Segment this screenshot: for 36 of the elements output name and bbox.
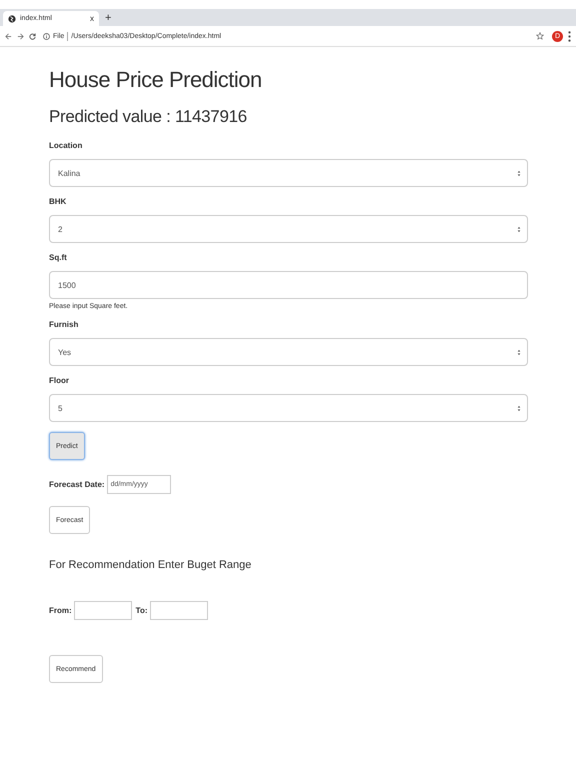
select-value: 2 bbox=[58, 224, 62, 234]
to-field[interactable] bbox=[150, 601, 208, 620]
from-label: From: bbox=[49, 606, 72, 615]
to-label: To: bbox=[136, 606, 148, 615]
select-field[interactable]: 5 bbox=[49, 394, 528, 422]
input-field[interactable]: 1500 bbox=[49, 271, 528, 299]
dropdown-arrows-icon bbox=[517, 404, 521, 412]
close-icon[interactable]: x bbox=[90, 14, 94, 23]
input-value: 1500 bbox=[58, 280, 76, 290]
dropdown-arrows-icon bbox=[517, 170, 521, 176]
recommendation-heading: For Recommendation Enter Buget Range bbox=[49, 559, 252, 571]
field-label: Floor bbox=[49, 376, 70, 385]
dropdown-arrows-icon bbox=[517, 226, 521, 232]
field-label: Sq.ft bbox=[49, 253, 68, 262]
star-icon[interactable] bbox=[536, 32, 544, 40]
select-value: 5 bbox=[58, 404, 62, 412]
select-field[interactable]: Kalina bbox=[49, 159, 528, 187]
back-icon[interactable] bbox=[5, 32, 12, 40]
info-icon bbox=[43, 32, 50, 40]
field-label: Furnish bbox=[49, 320, 80, 329]
menu-icon[interactable] bbox=[568, 30, 571, 42]
forecast-date-label: Forecast Date: bbox=[49, 480, 105, 489]
field-label: Location bbox=[49, 141, 84, 150]
field-label: BHK bbox=[49, 197, 68, 206]
new-tab-button[interactable]: + bbox=[105, 11, 112, 26]
select-value: Kalina bbox=[58, 168, 80, 178]
forward-icon[interactable] bbox=[17, 32, 24, 40]
select-field[interactable]: Yes bbox=[49, 338, 528, 366]
select-value: Yes bbox=[58, 348, 72, 356]
select-field[interactable]: 2 bbox=[49, 215, 528, 243]
page-title: House Price Prediction bbox=[49, 67, 263, 93]
globe-icon bbox=[8, 14, 16, 22]
reload-icon[interactable] bbox=[29, 32, 36, 40]
predicted-value: Predicted value : 11437916 bbox=[49, 107, 248, 127]
dropdown-arrows-icon bbox=[517, 348, 521, 356]
from-field[interactable] bbox=[74, 601, 132, 620]
